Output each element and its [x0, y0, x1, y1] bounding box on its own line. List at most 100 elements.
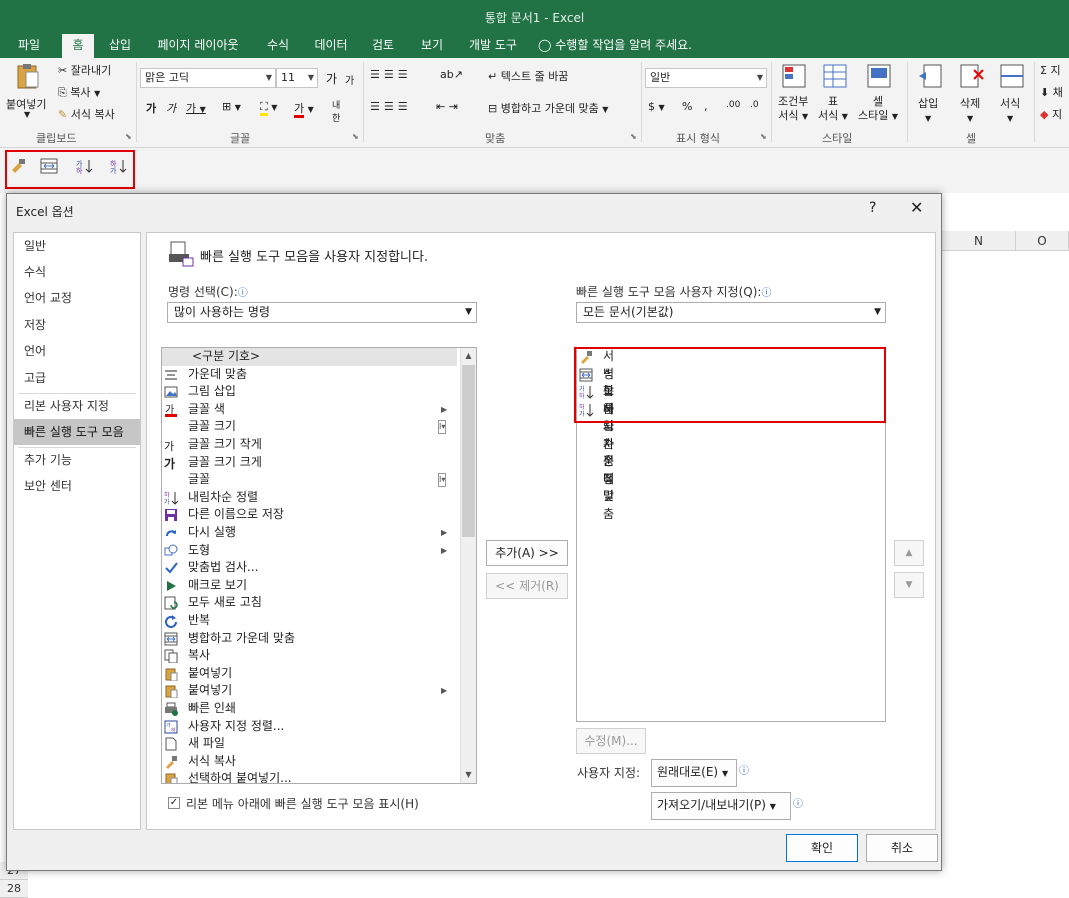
commands-scrollbar[interactable]: ▲ ▼ [460, 348, 476, 783]
alignment-launcher-icon[interactable]: ⬊ [630, 132, 637, 141]
bold-button[interactable]: 가 [146, 100, 156, 116]
tab-review[interactable]: 검토 [362, 32, 404, 58]
tab-data[interactable]: 데이터 [306, 32, 356, 58]
command-item[interactable]: 매크로 보기 [162, 577, 457, 595]
font-color-button[interactable]: 가 ▼ [294, 100, 314, 118]
copy-dropdown-icon[interactable]: ▼ [94, 89, 100, 98]
underline-button[interactable]: 가 ▼ [186, 100, 206, 116]
command-item[interactable]: 새 파일 [162, 735, 457, 753]
delete-cells-icon[interactable] [958, 62, 986, 90]
command-item[interactable]: 가 글꼴 크기 크게 [162, 454, 457, 472]
import-export-dropdown[interactable]: 가져오기/내보내기(P) ▼ [651, 792, 791, 820]
command-item[interactable]: 글꼴 크기 I▾ [162, 418, 457, 436]
cell-styles-button[interactable]: 셀 스타일 ▼ [858, 95, 898, 124]
clear-button[interactable]: ◆ 지 [1040, 106, 1062, 122]
number-launcher-icon[interactable]: ⬊ [760, 132, 767, 141]
merge-center-button[interactable]: ⊟ 병합하고 가운데 맞춤 ▼ [488, 100, 608, 116]
command-item[interactable]: 복사 [162, 647, 457, 665]
remove-button[interactable]: << 제거(R) [486, 573, 568, 599]
indent-buttons[interactable]: ⇤ ⇥ [436, 100, 458, 113]
command-item[interactable]: 서식 복사 [162, 753, 457, 771]
paste-dropdown-icon[interactable]: ▼ [24, 110, 30, 119]
cut-button[interactable]: ✂ 잘라내기 [58, 62, 111, 78]
command-item[interactable]: 선택하여 붙여넣기... [162, 770, 457, 783]
font-name-combo[interactable]: 맑은 고딕 ▼ [140, 68, 276, 88]
phonetic-button[interactable]: 내한 [332, 98, 340, 124]
font-grow-button[interactable]: 가 [326, 70, 337, 87]
nav-language[interactable]: 언어 [14, 338, 140, 364]
nav-quick-access-toolbar[interactable]: 빠른 실행 도구 모음 [14, 419, 140, 445]
format-cells-button[interactable]: 서식 ▼ [1000, 95, 1020, 124]
commands-list[interactable]: <구분 기호> 가운데 맞춤 그림 삽입 가 글꼴 색 ▶ 글꼴 크기 I▾ 가 글꼴 크기 작게… [161, 347, 477, 784]
scroll-up-icon[interactable]: ▲ [461, 348, 476, 364]
delete-cells-button[interactable]: 삭제 ▼ [960, 95, 980, 124]
nav-save[interactable]: 저장 [14, 312, 140, 338]
format-as-table-button[interactable]: 표 서식 ▼ [818, 95, 848, 124]
increase-decimal-button[interactable]: .00 [726, 100, 740, 110]
command-item[interactable]: 빠른 인쇄 [162, 700, 457, 718]
help-button[interactable]: ? [869, 200, 876, 216]
border-button[interactable]: ⊞ ▼ [222, 100, 241, 113]
conditional-format-icon[interactable] [780, 62, 808, 90]
tab-formulas[interactable]: 수식 [258, 32, 298, 58]
decrease-decimal-button[interactable]: .0 [750, 100, 759, 110]
command-item[interactable]: 도형 ▶ [162, 542, 457, 560]
fill-color-button[interactable]: ⛶ ▼ [260, 100, 277, 116]
nav-advanced[interactable]: 고급 [14, 365, 140, 391]
add-button[interactable]: 추가(A) >> [486, 540, 568, 566]
command-item[interactable]: 하 가 내림차순 정렬 [162, 489, 457, 507]
command-item[interactable]: 가운데 맞춤 [162, 366, 457, 384]
cell-styles-icon[interactable] [865, 62, 893, 90]
tab-page-layout[interactable]: 페이지 레이아웃 [148, 32, 248, 58]
tab-developer[interactable]: 개발 도구 [460, 32, 526, 58]
command-item[interactable]: 맞춤법 검사... [162, 559, 457, 577]
ok-button[interactable]: 확인 [786, 834, 858, 862]
format-cells-icon[interactable] [998, 62, 1026, 90]
percent-button[interactable]: % [682, 100, 692, 113]
horizontal-align-buttons[interactable]: ☰☰☰ [370, 100, 412, 113]
reset-dropdown[interactable]: 원래대로(E) ▼ [651, 759, 737, 787]
command-item[interactable]: 그림 삽입 [162, 383, 457, 401]
tab-file[interactable]: 파일 [8, 32, 50, 58]
font-size-combo[interactable]: 11 ▼ [276, 68, 318, 88]
tab-insert[interactable]: 삽입 [100, 32, 140, 58]
fill-button[interactable]: ⬇ 채 [1040, 84, 1063, 100]
tab-view[interactable]: 보기 [412, 32, 452, 58]
vertical-align-buttons[interactable]: ☰☰☰ [370, 68, 412, 81]
row-header[interactable]: 28 [0, 880, 28, 898]
orientation-button[interactable]: ab↗ [440, 68, 463, 81]
number-format-combo[interactable]: 일반 ▼ [645, 68, 767, 88]
insert-cells-button[interactable]: 삽입 ▼ [918, 95, 938, 124]
insert-cells-icon[interactable] [916, 62, 944, 90]
scroll-down-icon[interactable]: ▼ [461, 767, 476, 783]
wrap-text-button[interactable]: ↵ 텍스트 줄 바꿈 [488, 68, 568, 84]
move-up-button[interactable]: ▲ [894, 540, 924, 566]
modify-button[interactable]: 수정(M)... [576, 728, 646, 754]
nav-general[interactable]: 일반 [14, 233, 140, 259]
nav-trust-center[interactable]: 보안 센터 [14, 473, 140, 499]
tell-me-box[interactable]: ◯ 수행할 작업을 알려 주세요. [538, 32, 718, 58]
customize-qat-select[interactable]: 모든 문서(기본값) ▼ [576, 302, 886, 323]
command-item[interactable]: 붙여넣기 [162, 665, 457, 683]
format-as-table-icon[interactable] [821, 62, 849, 90]
paste-icon[interactable] [14, 62, 42, 90]
command-item[interactable]: 병합하고 가운데 맞춤 [162, 630, 457, 648]
close-button[interactable]: ✕ [910, 198, 923, 217]
command-item[interactable]: 다른 이름으로 저장 [162, 506, 457, 524]
show-below-ribbon-checkbox[interactable]: ✓ [168, 797, 180, 809]
italic-button[interactable]: 가 [166, 100, 176, 116]
clipboard-launcher-icon[interactable]: ⬊ [125, 132, 132, 141]
nav-add-ins[interactable]: 추가 기능 [14, 447, 140, 473]
command-item[interactable]: 글꼴 I▾ [162, 471, 457, 489]
command-item[interactable]: 가 글꼴 색 ▶ [162, 401, 457, 419]
command-item[interactable]: 반복 [162, 612, 457, 630]
command-item[interactable]: 가 글꼴 크기 작게 [162, 436, 457, 454]
choose-commands-select[interactable]: 많이 사용하는 명령 ▼ [167, 302, 477, 323]
tab-home[interactable]: 홈 [62, 34, 94, 58]
column-header[interactable]: O [1016, 231, 1069, 251]
font-launcher-icon[interactable]: ⬊ [352, 132, 359, 141]
conditional-format-button[interactable]: 조건부 서식 ▼ [778, 95, 808, 124]
move-down-button[interactable]: ▼ [894, 572, 924, 598]
command-item[interactable]: 붙여넣기 ▶ [162, 682, 457, 700]
cancel-button[interactable]: 취소 [866, 834, 938, 862]
